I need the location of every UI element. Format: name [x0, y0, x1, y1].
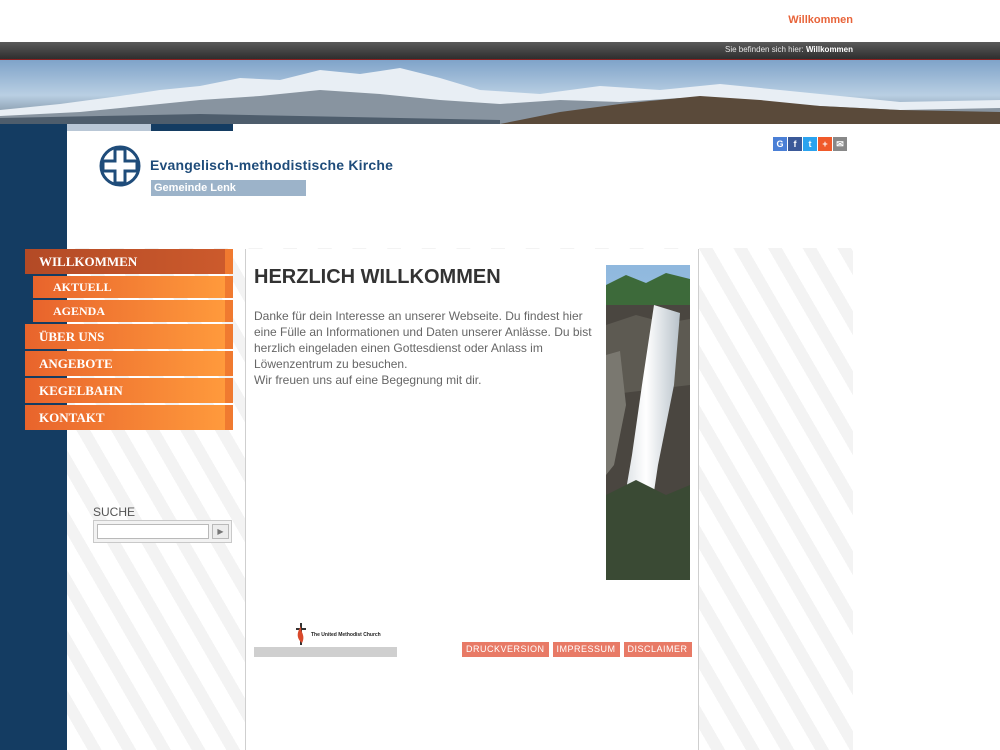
twitter-icon[interactable]: t	[803, 137, 817, 151]
cross-flame-icon	[296, 623, 306, 645]
nav-item-aktuell[interactable]: AKTUELL	[33, 276, 233, 298]
intro-closing: Wir freuen uns auf eine Begegnung mit di…	[254, 373, 482, 387]
facebook-icon[interactable]: f	[788, 137, 802, 151]
header-tab-light	[67, 124, 151, 131]
share-buttons: G f t + ✉	[773, 137, 847, 151]
nav-item-kegelbahn[interactable]: KEGELBAHN	[25, 378, 233, 403]
mail-icon[interactable]: ✉	[833, 137, 847, 151]
disclaimer-button[interactable]: DISCLAIMER	[623, 642, 692, 657]
mountain-banner	[0, 60, 1000, 124]
arrow-right-icon[interactable]: ▶	[212, 524, 229, 539]
site-header: Evangelisch-methodistische Kirche Gemein…	[67, 124, 853, 248]
header-tab-dark	[151, 124, 233, 131]
search-label: SUCHE	[93, 505, 136, 519]
nav-item-agenda[interactable]: AGENDA	[33, 300, 233, 322]
page-title: HERZLICH WILLKOMMEN	[254, 266, 501, 288]
breadcrumb-current[interactable]: Willkommen	[806, 45, 853, 54]
nav-item-willkommen[interactable]: WILLKOMMEN	[25, 249, 233, 274]
print-version-button[interactable]: DRUCKVERSION	[462, 642, 549, 657]
breadcrumb-prefix: Sie befinden sich hier:	[725, 45, 804, 54]
umc-logo-text: The United Methodist Church	[311, 632, 381, 638]
waterfall-photo	[606, 265, 690, 580]
top-bar: Willkommen	[0, 0, 1000, 42]
breadcrumb: Sie befinden sich hier: Willkommen	[725, 45, 853, 54]
nav-item-ueber-uns[interactable]: ÜBER UNS	[25, 324, 233, 349]
church-logo-icon[interactable]	[98, 144, 142, 188]
imprint-button[interactable]: IMPRESSUM	[552, 642, 620, 657]
logo-subtitle: Gemeinde Lenk	[151, 180, 306, 196]
umc-logo-bar	[254, 647, 397, 657]
plus-icon[interactable]: +	[818, 137, 832, 151]
intro-paragraph: Danke für dein Interesse an unserer Webs…	[254, 309, 592, 371]
search-input[interactable]	[97, 524, 209, 539]
right-margin	[853, 124, 1000, 750]
mountain-banner-image	[0, 68, 1000, 124]
footer-links: DRUCKVERSION IMPRESSUM DISCLAIMER	[462, 642, 692, 657]
nav-item-angebote[interactable]: ANGEBOTE	[25, 351, 233, 376]
left-blue-panel	[0, 124, 67, 750]
logo-title[interactable]: Evangelisch-methodistische Kirche	[150, 157, 393, 173]
top-welcome-link[interactable]: Willkommen	[788, 14, 853, 26]
intro-text: Danke für dein Interesse an unserer Webs…	[254, 308, 592, 388]
nav-item-kontakt[interactable]: KONTAKT	[25, 405, 233, 430]
google-icon[interactable]: G	[773, 137, 787, 151]
main-content: HERZLICH WILLKOMMEN Danke für dein Inter…	[245, 249, 699, 750]
search-box: ▶	[93, 520, 232, 543]
breadcrumb-bar: Sie befinden sich hier: Willkommen	[0, 42, 1000, 60]
main-navigation: WILLKOMMEN AKTUELL AGENDA ÜBER UNS ANGEB…	[25, 249, 233, 432]
umc-logo[interactable]: The United Methodist Church	[254, 623, 417, 657]
